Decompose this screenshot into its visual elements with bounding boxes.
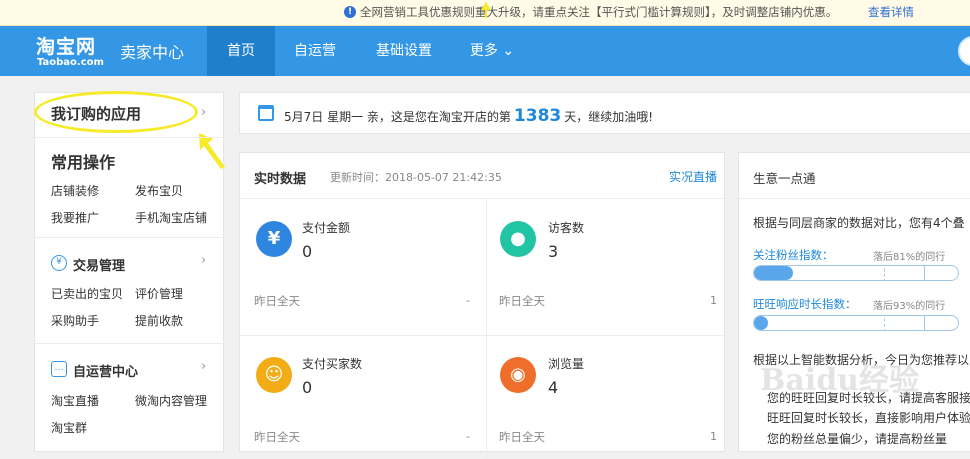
- index-bar-tick: [924, 316, 925, 330]
- index-lag: 落后93%的同行: [873, 301, 946, 312]
- subscribed-apps[interactable]: 我订购的应用: [51, 103, 141, 124]
- avatar[interactable]: [958, 36, 970, 66]
- link-reviews[interactable]: 评价管理: [135, 285, 183, 302]
- annotation-arrow: [481, 2, 491, 18]
- notice-text: 全网营销工具优惠规则重大升级，请重点关注【平行式门槛计算规则】，及时调整店铺内优…: [360, 5, 838, 19]
- nav-basic-settings[interactable]: 基础设置: [362, 26, 446, 76]
- metric-value: 0: [302, 242, 313, 261]
- update-time: 更新时间：2018-05-07 21:42:35: [330, 171, 502, 184]
- metric-yesterday-value: -: [466, 430, 470, 443]
- link-early-payment[interactable]: 提前收款: [135, 312, 183, 329]
- business-header: 生意一点通: [739, 153, 970, 199]
- sidebar: 我订购的应用 › 常用操作 店铺装修 发布宝贝 我要推广 手机淘宝店铺 ¥ 交易…: [34, 91, 225, 452]
- tip-item: 您的粉丝总量偏少，请提高粉丝量: [767, 432, 948, 446]
- business-card: 生意一点通 根据与同层商家的数据对比，您有4个叠 关注粉丝指数： 落后81%的同…: [738, 152, 970, 452]
- top-nav-bar: 淘宝网 Taobao.com 卖家中心 首页 自运营 基础设置 更多 ⌄: [0, 26, 970, 76]
- realtime-title: 实时数据: [254, 172, 307, 187]
- business-title: 生意一点通: [753, 171, 816, 186]
- metric-label: 支付买家数: [302, 357, 363, 371]
- date-prefix: 5月7日 星期一 亲，这是您在淘宝开店的第: [284, 110, 511, 124]
- link-promotion[interactable]: 我要推广: [51, 209, 99, 226]
- metric-value: 3: [548, 242, 559, 261]
- index-bar-marker: [884, 316, 885, 330]
- chat-icon: …: [51, 361, 67, 377]
- taobao-logo[interactable]: 淘宝网: [36, 32, 96, 59]
- index-bar-fill: [754, 266, 793, 280]
- link-taobao-group[interactable]: 淘宝群: [51, 419, 87, 436]
- link-weitao-content[interactable]: 微淘内容管理: [135, 392, 207, 409]
- index-bar: [753, 265, 959, 281]
- ops-center-title[interactable]: 自运营中心: [73, 361, 138, 380]
- index-bar: [753, 315, 959, 331]
- yuan-icon: ¥: [256, 221, 292, 257]
- trade-title[interactable]: 交易管理: [73, 255, 125, 274]
- date-suffix: 天，继续加油哦!: [564, 110, 654, 124]
- link-mobile-shop[interactable]: 手机淘宝店铺: [135, 209, 207, 226]
- yuan-icon: ¥: [51, 255, 67, 271]
- footprint-icon: ●: [500, 221, 536, 257]
- metric-yesterday: 昨日全天: [499, 294, 545, 308]
- link-purchase-assistant[interactable]: 采购助手: [51, 312, 99, 329]
- metric-value: 4: [548, 378, 559, 397]
- divider: [35, 237, 225, 238]
- nav-self-operation[interactable]: 自运营: [280, 26, 350, 76]
- metric-label: 访客数: [548, 221, 585, 235]
- user-icon: ☺: [256, 357, 292, 393]
- taobao-logo-en: Taobao.com: [37, 57, 104, 68]
- notice-detail-link[interactable]: 查看详情: [868, 0, 914, 24]
- divider: [240, 335, 726, 336]
- index-lag: 落后81%的同行: [873, 252, 946, 263]
- index-name[interactable]: 旺旺响应时长指数：: [753, 296, 857, 312]
- metric-label: 支付金额: [302, 221, 351, 235]
- divider: [35, 137, 225, 138]
- realtime-card: 实时数据 更新时间：2018-05-07 21:42:35 实况直播 ¥ 支付金…: [239, 152, 726, 459]
- metric-label: 浏览量: [548, 357, 585, 371]
- metric-yesterday-value: -: [466, 294, 470, 307]
- notice-bar: ! 全网营销工具优惠规则重大升级，请重点关注【平行式门槛计算规则】，及时调整店铺…: [0, 0, 970, 26]
- link-sold-items[interactable]: 已卖出的宝贝: [51, 285, 123, 302]
- eye-icon: ◉: [500, 357, 536, 393]
- chevron-right-icon[interactable]: ›: [201, 105, 206, 120]
- metric-yesterday-value: 1: [710, 430, 717, 443]
- business-intro: 根据与同层商家的数据对比，您有4个叠: [753, 216, 965, 230]
- nav-home[interactable]: 首页: [207, 26, 275, 76]
- realtime-header: 实时数据 更新时间：2018-05-07 21:42:35 实况直播: [240, 153, 726, 199]
- index-bar-marker: [884, 266, 885, 280]
- metric-yesterday-value: 1: [710, 294, 717, 307]
- info-icon: !: [344, 6, 356, 18]
- chevron-right-icon[interactable]: ›: [201, 359, 206, 374]
- tip-item: 旺旺回复时长较长，直接影响用户体验: [767, 411, 970, 425]
- link-taobao-live[interactable]: 淘宝直播: [51, 392, 99, 409]
- date-greeting: 5月7日 星期一 亲，这是您在淘宝开店的第 1383 天，继续加油哦!: [284, 106, 653, 126]
- index-name[interactable]: 关注粉丝指数：: [753, 247, 834, 263]
- link-shop-decoration[interactable]: 店铺装修: [51, 182, 99, 199]
- metric-yesterday: 昨日全天: [254, 430, 300, 444]
- nav-more[interactable]: 更多 ⌄: [460, 26, 524, 76]
- live-link[interactable]: 实况直播: [669, 168, 717, 185]
- link-publish-item[interactable]: 发布宝贝: [135, 182, 183, 199]
- shop-days: 1383: [513, 106, 562, 126]
- index-bar-tick: [924, 266, 925, 280]
- calendar-icon: [258, 105, 274, 121]
- common-ops-title: 常用操作: [51, 153, 116, 172]
- metric-value: 0: [302, 378, 313, 397]
- metric-yesterday: 昨日全天: [499, 430, 545, 444]
- index-bar-fill: [754, 316, 769, 330]
- seller-center-title: 卖家中心: [120, 43, 185, 62]
- divider: [486, 199, 487, 459]
- metric-yesterday: 昨日全天: [254, 294, 300, 308]
- chevron-right-icon[interactable]: ›: [201, 253, 206, 268]
- date-banner: 5月7日 星期一 亲，这是您在淘宝开店的第 1383 天，继续加油哦!: [239, 92, 970, 134]
- watermark-logo: Baidu经验: [760, 363, 919, 398]
- divider: [35, 343, 225, 344]
